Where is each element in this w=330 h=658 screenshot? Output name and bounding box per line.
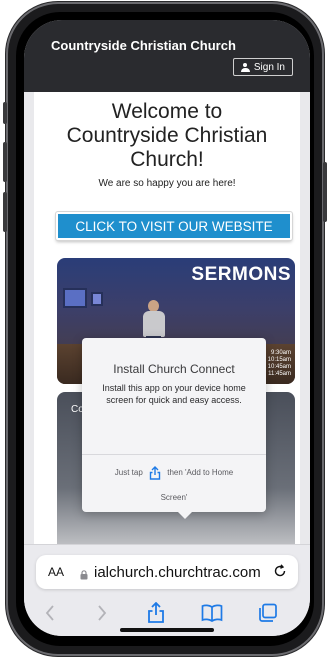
service-time: 10:45am (267, 364, 291, 370)
popup-message: Install this app on your device home scr… (102, 383, 246, 405)
welcome-heading: Welcome to Countryside Christian Church! (66, 100, 268, 171)
reload-icon[interactable] (272, 563, 288, 579)
service-times: 9:30am 10:15am 10:45am 11:45am (268, 350, 291, 378)
tabs-icon[interactable] (256, 601, 280, 625)
service-time: 9:30am (270, 350, 291, 356)
power-button (323, 162, 327, 222)
bookmarks-icon[interactable] (200, 601, 224, 625)
popup-instruction: Just tap then 'Add to Home (82, 466, 266, 480)
volume-up-button (3, 142, 7, 182)
popup-instruction-part3: Screen' (160, 493, 188, 502)
popup-instruction-part2: then 'Add to Home (167, 468, 234, 478)
popup-divider (82, 454, 266, 455)
volume-down-button (3, 192, 7, 232)
popup-pointer (178, 512, 192, 519)
share-icon[interactable] (144, 601, 168, 625)
service-time: 10:15am (267, 357, 291, 363)
sign-in-label: Sign In (253, 61, 285, 73)
popup-title: Install Church Connect (113, 362, 235, 376)
phone-screen: Countryside Christian Church Sign In Wel… (24, 20, 310, 636)
text-size-button[interactable]: AA (48, 565, 64, 579)
lock-icon (80, 567, 88, 580)
home-indicator[interactable] (120, 628, 214, 632)
sermons-label: SERMONS (191, 264, 291, 285)
stained-glass-window (63, 288, 87, 308)
app-header: Countryside Christian Church Sign In (24, 20, 310, 92)
stained-glass-window (91, 292, 103, 306)
url-text[interactable]: ialchurch.churchtrac.com (94, 564, 261, 581)
install-popup: Install Church Connect Install this app … (82, 338, 266, 519)
back-icon[interactable] (38, 601, 62, 625)
forward-icon[interactable] (90, 601, 114, 625)
tagline: We are so happy you are here! (98, 178, 236, 189)
church-title: Countryside Christian Church (51, 38, 236, 53)
popup-instruction-part1: Just tap (114, 468, 143, 478)
share-icon (149, 466, 161, 480)
user-icon (240, 62, 250, 72)
mute-switch (3, 102, 7, 124)
safari-toolbar: AA ialchurch.churchtrac.com (24, 544, 310, 636)
service-time: 11:45am (268, 371, 291, 377)
address-bar[interactable]: AA ialchurch.churchtrac.com (36, 555, 298, 589)
sign-in-button[interactable]: Sign In (232, 58, 293, 76)
visit-website-button[interactable]: CLICK TO VISIT OUR WEBSITE (56, 212, 292, 240)
safari-nav-row (24, 601, 310, 625)
